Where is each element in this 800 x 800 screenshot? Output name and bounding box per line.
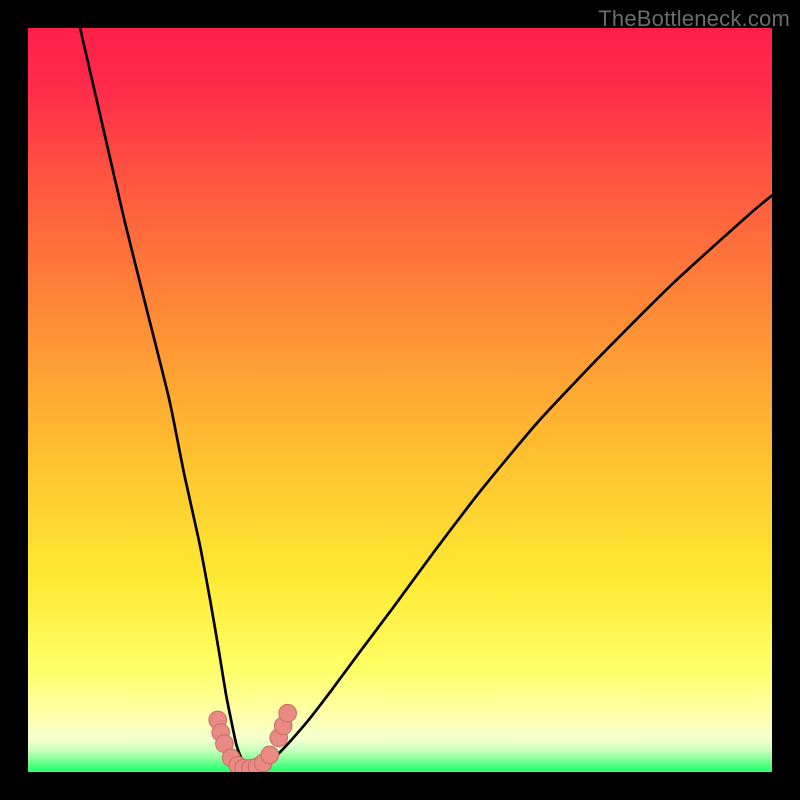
data-marker (279, 704, 297, 722)
chart-frame (28, 28, 772, 772)
bottleneck-chart (28, 28, 772, 772)
watermark-text: TheBottleneck.com (598, 6, 790, 32)
gradient-background (28, 28, 772, 772)
data-marker (261, 746, 279, 764)
